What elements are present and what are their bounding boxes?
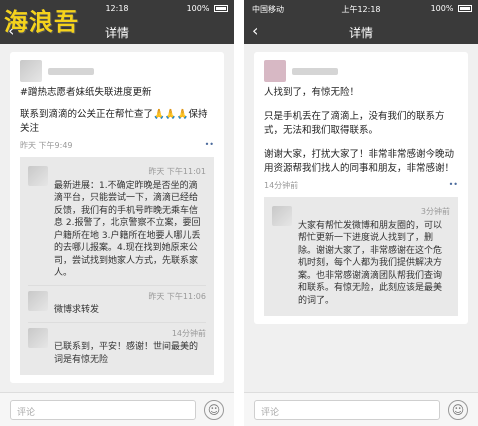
author-name-blurred — [292, 67, 338, 75]
comment-list: 3分钟前 大家有帮忙发微博和朋友圈的，可以帮忙更新一下进度说人找到了，删除。谢谢… — [264, 197, 458, 316]
comment-list: 昨天 下午11:01 最新进展：1.不确定昨晚是否坐的滴滴平台，只能尝试一下，滴… — [20, 157, 214, 375]
post-time: 14分钟前 — [264, 181, 299, 190]
author-name-blurred — [48, 67, 94, 75]
right-phone-screen: 中国移动 上午12:18 100% ‹ 详情 人找到了，有惊无险！ 只是手机丢在… — [244, 0, 478, 426]
commenter-avatar[interactable] — [28, 327, 48, 348]
battery-percent: 100% — [430, 4, 454, 13]
post-text-body: 只是手机丢在了滴滴上，没有我们的联系方式，无法和我们取得联系。 — [264, 111, 445, 136]
commenter-avatar[interactable] — [272, 206, 292, 226]
battery-icon — [458, 5, 472, 12]
comment-text: 已联系到，平安！感谢！世间最美的词是有惊无险 — [54, 342, 199, 365]
comment-text: 最新进展：1.不确定昨晚是否坐的滴滴平台，只能尝试一下，滴滴已经给反馈，我们有的… — [54, 180, 201, 279]
comment-input[interactable]: 评论 — [10, 400, 196, 420]
post-meta: 14分钟前 •• — [264, 180, 458, 191]
post-text-thanks: 谢谢大家，打扰大家了！非常非常感谢今晚动用资源帮我们找人的同事和朋友，非常感谢！ — [264, 149, 455, 174]
emoji-icon[interactable]: ☺ — [448, 400, 468, 420]
post-text-hashtag: #蹭热志愿者妹纸失联进度更新 — [20, 87, 152, 98]
comment-input-bar: 评论 ☺ — [0, 392, 234, 426]
watermark-text: 海浪吾 — [4, 8, 79, 36]
post-text-headline: 人找到了，有惊无险！ — [264, 87, 360, 98]
commenter-avatar[interactable] — [28, 290, 48, 311]
battery-indicator: 100% — [431, 4, 472, 13]
battery-percent: 100% — [186, 4, 210, 13]
screen-divider — [234, 0, 244, 426]
author-avatar[interactable] — [264, 60, 286, 82]
battery-indicator: 100% — [187, 4, 228, 13]
moment-detail: 人找到了，有惊无险！ 只是手机丢在了滴滴上，没有我们的联系方式，无法和我们取得联… — [244, 44, 478, 392]
battery-icon — [214, 5, 228, 12]
left-phone-screen: 12:18 100% ‹ 详情 #蹭热志愿者妹纸失联进度更新 联系到滴滴的公关正… — [0, 0, 234, 426]
comment-input-bar: 评论 ☺ — [244, 392, 478, 426]
list-item: 3分钟前 大家有帮忙发微博和朋友圈的，可以帮忙更新一下进度说人找到了，删除。谢谢… — [272, 201, 450, 312]
commenter-avatar[interactable] — [28, 166, 48, 186]
list-item: 14分钟前 已联系到，平安！感谢！世间最美的词是有惊无险 — [28, 323, 206, 372]
comment-text: 微博求转发 — [54, 305, 100, 315]
moment-detail: #蹭热志愿者妹纸失联进度更新 联系到滴滴的公关正在帮忙查了🙏🙏🙏保持关注 昨天 … — [0, 44, 234, 392]
comment-icon[interactable]: •• — [449, 180, 458, 189]
list-item: 昨天 下午11:06 微博求转发 — [28, 286, 206, 323]
author-avatar[interactable] — [20, 60, 42, 82]
emoji-icon[interactable]: ☺ — [204, 400, 224, 420]
comment-text: 大家有帮忙发微博和朋友圈的，可以帮忙更新一下进度说人找到了，删除。谢谢大家了，非… — [298, 220, 443, 306]
moment-post: #蹭热志愿者妹纸失联进度更新 联系到滴滴的公关正在帮忙查了🙏🙏🙏保持关注 昨天 … — [10, 52, 224, 383]
post-text-body: 联系到滴滴的公关正在帮忙查了🙏🙏🙏保持关注 — [20, 109, 208, 134]
list-item: 昨天 下午11:01 最新进展：1.不确定昨晚是否坐的滴滴平台，只能尝试一下，滴… — [28, 161, 206, 286]
comment-input[interactable]: 评论 — [254, 400, 440, 420]
comment-time: 3分钟前 — [420, 207, 450, 216]
comment-time: 昨天 下午11:01 — [148, 167, 206, 176]
status-bar: 中国移动 上午12:18 100% — [244, 0, 478, 18]
post-meta: 昨天 下午9:49 •• — [20, 140, 214, 151]
comment-time: 14分钟前 — [171, 328, 206, 338]
moment-post: 人找到了，有惊无险！ 只是手机丢在了滴滴上，没有我们的联系方式，无法和我们取得联… — [254, 52, 468, 324]
comment-icon[interactable]: •• — [205, 140, 214, 149]
post-time: 昨天 下午9:49 — [20, 141, 73, 150]
nav-bar: ‹ 详情 — [244, 18, 478, 44]
comment-time: 昨天 下午11:06 — [148, 291, 206, 301]
page-title: 详情 — [348, 26, 373, 40]
